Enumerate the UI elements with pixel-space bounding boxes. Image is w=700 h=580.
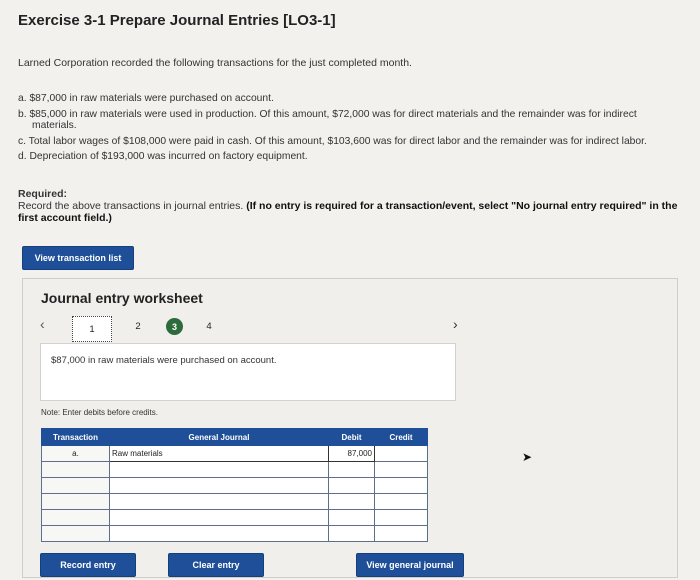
account-input[interactable] [112, 449, 326, 458]
chevron-left-icon[interactable]: ‹ [40, 316, 45, 332]
credit-field[interactable] [374, 525, 428, 542]
debit-field[interactable] [328, 477, 375, 494]
credit-input[interactable] [377, 529, 425, 538]
credit-field[interactable] [374, 461, 428, 478]
account-field[interactable] [109, 445, 329, 462]
required-text: Record the above transactions in journal… [18, 200, 244, 212]
debit-input[interactable] [331, 497, 372, 506]
transaction-cell: a. [41, 445, 110, 462]
required-section: Required: Record the above transactions … [18, 188, 678, 224]
account-input[interactable] [112, 513, 326, 522]
transaction-item-c: c. Total labor wages of $108,000 were pa… [18, 135, 647, 147]
transaction-list: a. $87,000 in raw materials were purchas… [18, 93, 658, 167]
transaction-cell [41, 509, 110, 526]
transaction-item-d: d. Depreciation of $193,000 was incurred… [18, 151, 308, 162]
step-4-tab[interactable]: 4 [204, 321, 214, 332]
step-1-tab[interactable]: 1 [72, 316, 112, 342]
transaction-cell [41, 461, 110, 478]
exercise-title: Exercise 3-1 Prepare Journal Entries [LO… [18, 12, 336, 29]
debit-input[interactable] [331, 449, 372, 458]
table-row [41, 477, 428, 494]
debit-field[interactable] [328, 493, 375, 510]
clear-entry-button[interactable]: Clear entry [168, 553, 264, 577]
exercise-intro: Larned Corporation recorded the followin… [18, 57, 412, 69]
mouse-cursor-icon: ➤ [522, 450, 533, 464]
debit-input[interactable] [331, 513, 372, 522]
step-3-tab[interactable]: 3 [166, 318, 183, 335]
table-row [41, 461, 428, 478]
step-2-tab[interactable]: 2 [133, 321, 143, 332]
debit-field[interactable] [328, 525, 375, 542]
table-row [41, 509, 428, 526]
table-row: a. [41, 445, 428, 462]
account-input[interactable] [112, 497, 326, 506]
header-credit: Credit [374, 428, 428, 446]
debit-input[interactable] [331, 465, 372, 474]
debit-field[interactable] [328, 461, 375, 478]
chevron-right-icon[interactable]: › [453, 316, 458, 332]
header-debit: Debit [328, 428, 375, 446]
debit-input[interactable] [331, 529, 372, 538]
table-header-row: Transaction General Journal Debit Credit [41, 428, 428, 446]
transaction-cell [41, 477, 110, 494]
view-general-journal-button[interactable]: View general journal [356, 553, 464, 577]
credit-field[interactable] [374, 493, 428, 510]
credit-input[interactable] [377, 481, 425, 490]
table-row [41, 525, 428, 542]
credit-field[interactable] [374, 477, 428, 494]
transaction-description-box [40, 343, 456, 401]
view-transaction-list-button[interactable]: View transaction list [22, 246, 134, 270]
account-field[interactable] [109, 525, 329, 542]
header-transaction: Transaction [41, 428, 110, 446]
account-input[interactable] [112, 481, 326, 490]
required-heading: Required: [18, 188, 68, 200]
transaction-item-a: a. $87,000 in raw materials were purchas… [18, 93, 274, 104]
debit-field[interactable] [328, 445, 375, 462]
record-entry-button[interactable]: Record entry [40, 553, 136, 577]
account-field[interactable] [109, 477, 329, 494]
debit-input[interactable] [331, 481, 372, 490]
journal-entry-table: Transaction General Journal Debit Credit… [41, 428, 428, 542]
debits-note: Note: Enter debits before credits. [41, 408, 158, 417]
account-field[interactable] [109, 509, 329, 526]
credit-field[interactable] [374, 509, 428, 526]
credit-input[interactable] [377, 465, 425, 474]
account-input[interactable] [112, 529, 326, 538]
header-general-journal: General Journal [109, 428, 329, 446]
transaction-cell [41, 493, 110, 510]
transaction-description: $87,000 in raw materials were purchased … [51, 355, 277, 366]
transaction-item-b: b. $85,000 in raw materials were used in… [18, 108, 637, 132]
credit-input[interactable] [377, 449, 425, 458]
credit-input[interactable] [377, 497, 425, 506]
transaction-cell [41, 525, 110, 542]
account-input[interactable] [112, 465, 326, 474]
table-row [41, 493, 428, 510]
credit-input[interactable] [377, 513, 425, 522]
worksheet-title: Journal entry worksheet [41, 290, 203, 306]
credit-field[interactable] [374, 445, 428, 462]
account-field[interactable] [109, 461, 329, 478]
debit-field[interactable] [328, 509, 375, 526]
account-field[interactable] [109, 493, 329, 510]
